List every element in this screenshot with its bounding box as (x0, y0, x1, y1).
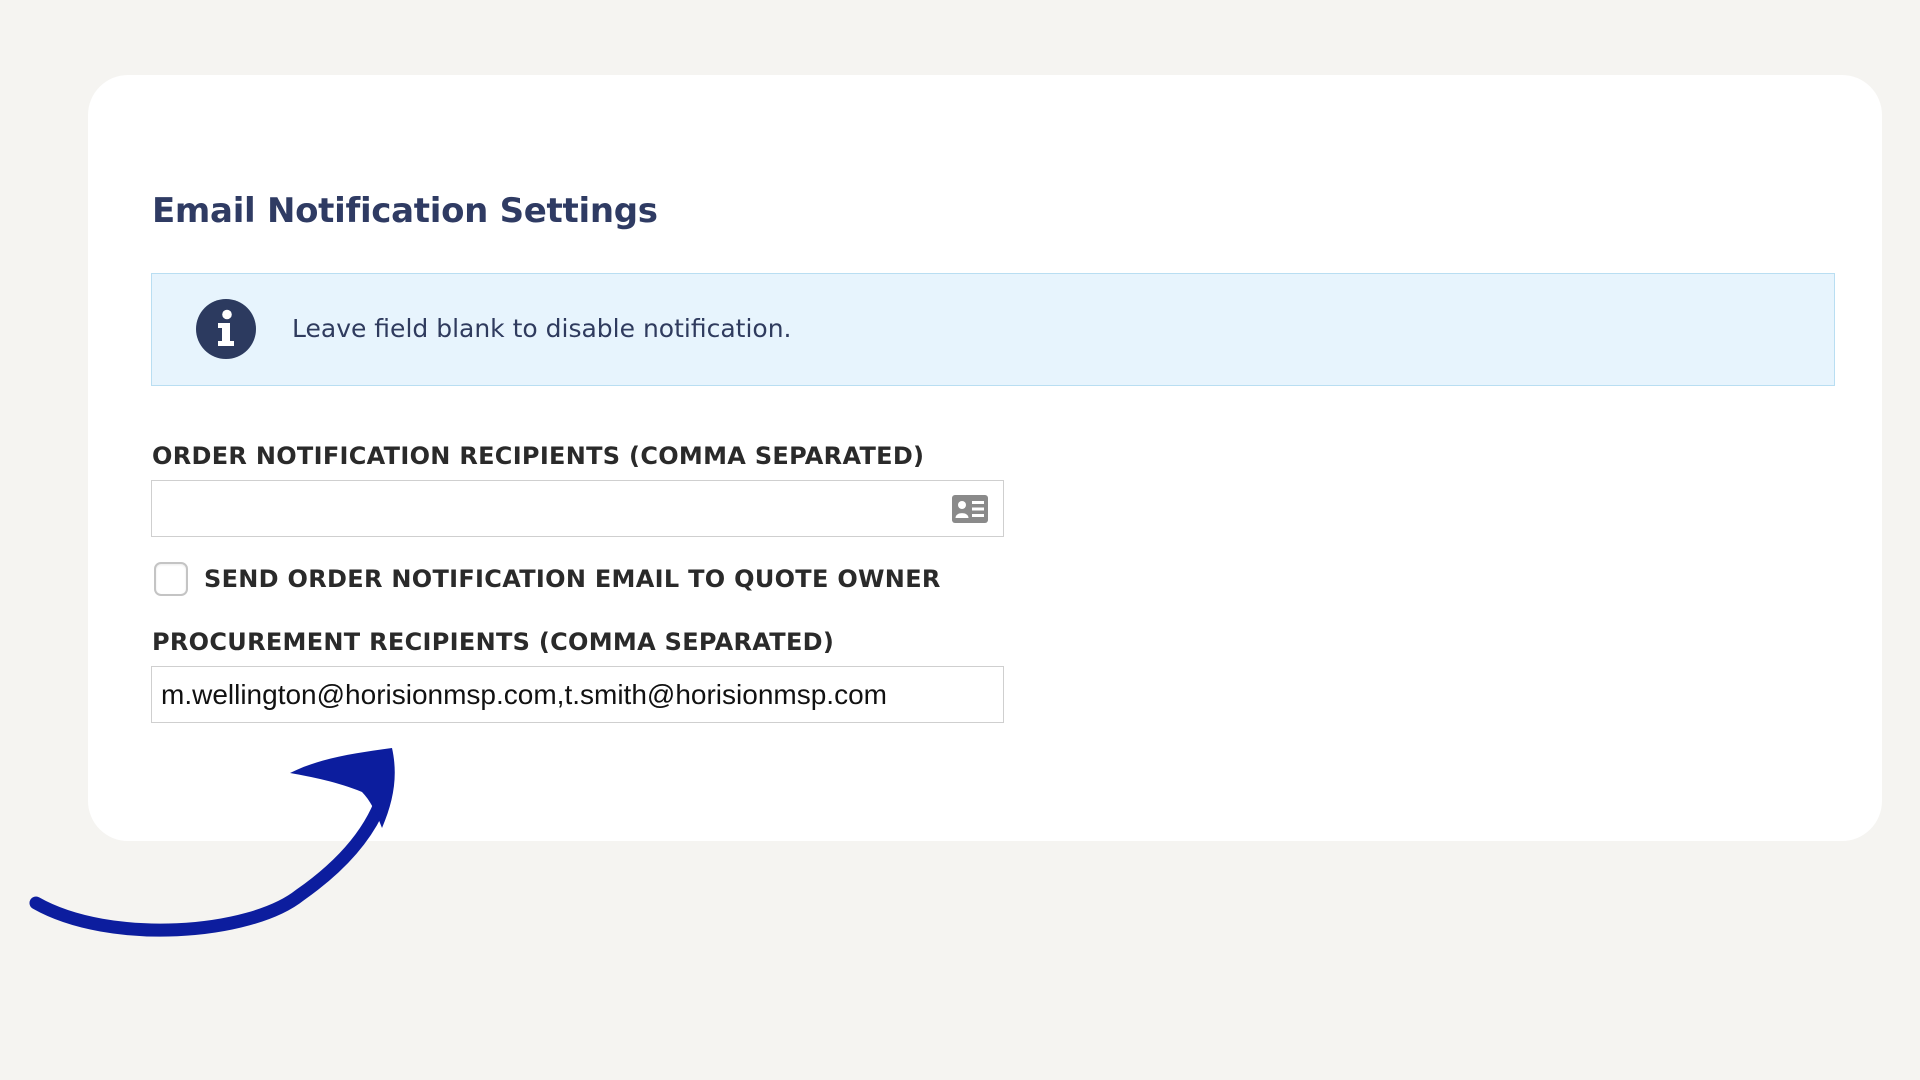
info-banner-text: Leave field blank to disable notificatio… (292, 314, 792, 343)
quote-owner-checkbox-row: SEND ORDER NOTIFICATION EMAIL TO QUOTE O… (154, 559, 941, 599)
quote-owner-checkbox[interactable] (154, 562, 188, 596)
section-title: Email Notification Settings (152, 191, 658, 231)
info-circle-icon (196, 299, 256, 359)
info-banner: Leave field blank to disable notificatio… (151, 273, 1835, 386)
order-recipients-input[interactable] (152, 481, 1003, 536)
order-recipients-label: ORDER NOTIFICATION RECIPIENTS (COMMA SEP… (152, 442, 925, 470)
contact-card-icon[interactable] (951, 494, 989, 524)
quote-owner-checkbox-label[interactable]: SEND ORDER NOTIFICATION EMAIL TO QUOTE O… (204, 565, 941, 593)
procurement-recipients-field (151, 666, 1004, 723)
procurement-recipients-label: PROCUREMENT RECIPIENTS (COMMA SEPARATED) (152, 628, 835, 656)
order-recipients-field (151, 480, 1004, 537)
procurement-recipients-input[interactable] (152, 667, 1003, 722)
settings-card: Email Notification Settings Leave field … (88, 75, 1882, 841)
